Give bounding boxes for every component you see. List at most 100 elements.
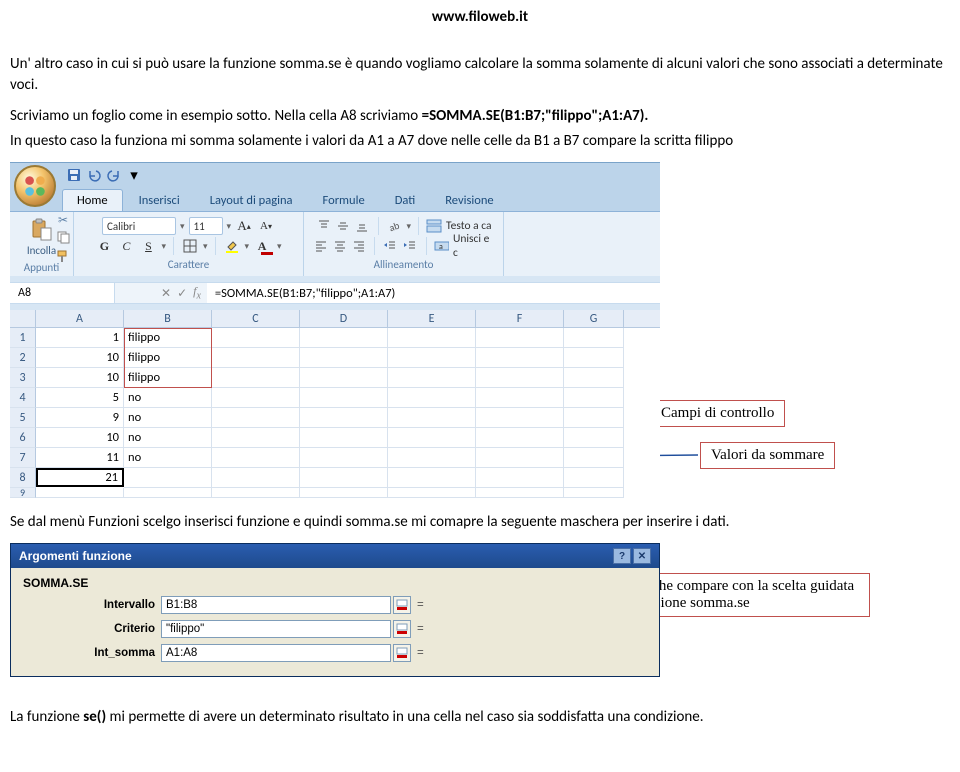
cell[interactable] (388, 348, 476, 368)
cell[interactable]: 1 (36, 328, 124, 348)
borders-icon[interactable] (181, 237, 199, 255)
cell[interactable] (564, 368, 624, 388)
cell[interactable] (476, 348, 564, 368)
cell[interactable] (212, 428, 300, 448)
cell[interactable]: 11 (36, 448, 124, 468)
arg-input-int-somma[interactable]: A1:A8 (161, 644, 391, 662)
italic-button[interactable]: C (117, 237, 135, 255)
cell[interactable] (300, 488, 388, 498)
shrink-font-icon[interactable]: A▾ (257, 217, 275, 235)
cell[interactable]: 10 (36, 348, 124, 368)
cell[interactable] (564, 428, 624, 448)
decrease-indent-icon[interactable] (382, 238, 398, 255)
align-bottom-icon[interactable] (354, 218, 371, 235)
col-header-d[interactable]: D (300, 310, 388, 327)
orientation-icon[interactable]: ab (386, 218, 403, 235)
col-header-a[interactable]: A (36, 310, 124, 327)
row-header[interactable]: 8 (10, 468, 36, 488)
cell[interactable] (564, 468, 624, 488)
tab-home[interactable]: Home (62, 189, 123, 211)
row-header[interactable]: 3 (10, 368, 36, 388)
align-left-icon[interactable] (312, 238, 329, 255)
cell[interactable] (388, 408, 476, 428)
cut-icon[interactable]: ✂ (58, 213, 68, 228)
cell[interactable] (300, 428, 388, 448)
cell[interactable] (476, 488, 564, 498)
cell[interactable]: 10 (36, 368, 124, 388)
redo-icon[interactable] (106, 167, 122, 183)
align-center-icon[interactable] (331, 238, 348, 255)
cell[interactable] (564, 348, 624, 368)
tab-page-layout[interactable]: Layout di pagina (196, 190, 307, 211)
col-header-b[interactable]: B (124, 310, 212, 327)
cell[interactable] (300, 408, 388, 428)
merge-center-button[interactable]: a Unisci e c (434, 232, 495, 260)
cell[interactable] (388, 368, 476, 388)
cell[interactable] (388, 448, 476, 468)
cell[interactable] (124, 488, 212, 498)
cell[interactable] (300, 348, 388, 368)
undo-icon[interactable] (86, 167, 102, 183)
cell[interactable]: no (124, 388, 212, 408)
cell[interactable] (564, 408, 624, 428)
cell[interactable] (300, 448, 388, 468)
font-size-select[interactable]: 11 (189, 217, 223, 235)
fx-icon[interactable]: fx (193, 284, 201, 301)
row-header[interactable]: 5 (10, 408, 36, 428)
qat-dropdown-icon[interactable]: ▾ (126, 167, 142, 183)
cell-selected[interactable]: 21 (36, 468, 124, 487)
bold-button[interactable]: G (95, 237, 113, 255)
align-right-icon[interactable] (350, 238, 367, 255)
cell[interactable]: 10 (36, 428, 124, 448)
dialog-close-button[interactable]: ✕ (633, 548, 651, 564)
cell[interactable] (476, 328, 564, 348)
cell[interactable] (300, 468, 388, 488)
name-box[interactable]: A8 (10, 283, 115, 303)
row-header[interactable]: 6 (10, 428, 36, 448)
enter-formula-icon[interactable]: ✓ (177, 286, 187, 301)
tab-insert[interactable]: Inserisci (125, 190, 194, 211)
col-header-g[interactable]: G (564, 310, 624, 327)
cell[interactable]: 9 (36, 408, 124, 428)
range-picker-icon[interactable] (393, 620, 411, 638)
cell[interactable] (476, 448, 564, 468)
formula-input[interactable]: =SOMMA.SE(B1:B7;"filippo";A1:A7) (207, 283, 660, 303)
font-name-select[interactable]: Calibri (102, 217, 176, 235)
cell[interactable] (300, 328, 388, 348)
increase-indent-icon[interactable] (402, 238, 418, 255)
cancel-formula-icon[interactable]: ✕ (161, 286, 171, 301)
cell[interactable] (564, 388, 624, 408)
row-header[interactable]: 9 (10, 488, 36, 498)
cell[interactable] (388, 428, 476, 448)
cell[interactable]: no (124, 448, 212, 468)
cell[interactable]: 5 (36, 388, 124, 408)
cell[interactable] (476, 408, 564, 428)
cell[interactable] (564, 488, 624, 498)
cell[interactable] (212, 328, 300, 348)
cell[interactable] (388, 488, 476, 498)
cell[interactable] (388, 468, 476, 488)
row-header[interactable]: 4 (10, 388, 36, 408)
cell[interactable] (564, 448, 624, 468)
cell[interactable]: no (124, 408, 212, 428)
cell[interactable]: filippo (124, 328, 212, 348)
cell[interactable] (476, 428, 564, 448)
cell[interactable] (212, 348, 300, 368)
cell[interactable] (476, 468, 564, 488)
select-all-corner[interactable] (10, 310, 36, 327)
row-header[interactable]: 1 (10, 328, 36, 348)
cell[interactable] (212, 368, 300, 388)
row-header[interactable]: 7 (10, 448, 36, 468)
tab-review[interactable]: Revisione (431, 190, 507, 211)
arg-input-criterio[interactable]: "filippo" (161, 620, 391, 638)
col-header-f[interactable]: F (476, 310, 564, 327)
cell[interactable]: filippo (124, 368, 212, 388)
cell[interactable] (388, 388, 476, 408)
tab-data[interactable]: Dati (381, 190, 430, 211)
save-icon[interactable] (66, 167, 82, 183)
cell[interactable] (212, 468, 300, 488)
dialog-help-button[interactable]: ? (613, 548, 631, 564)
cell[interactable] (212, 448, 300, 468)
cell[interactable] (212, 488, 300, 498)
fill-color-icon[interactable] (223, 237, 241, 255)
